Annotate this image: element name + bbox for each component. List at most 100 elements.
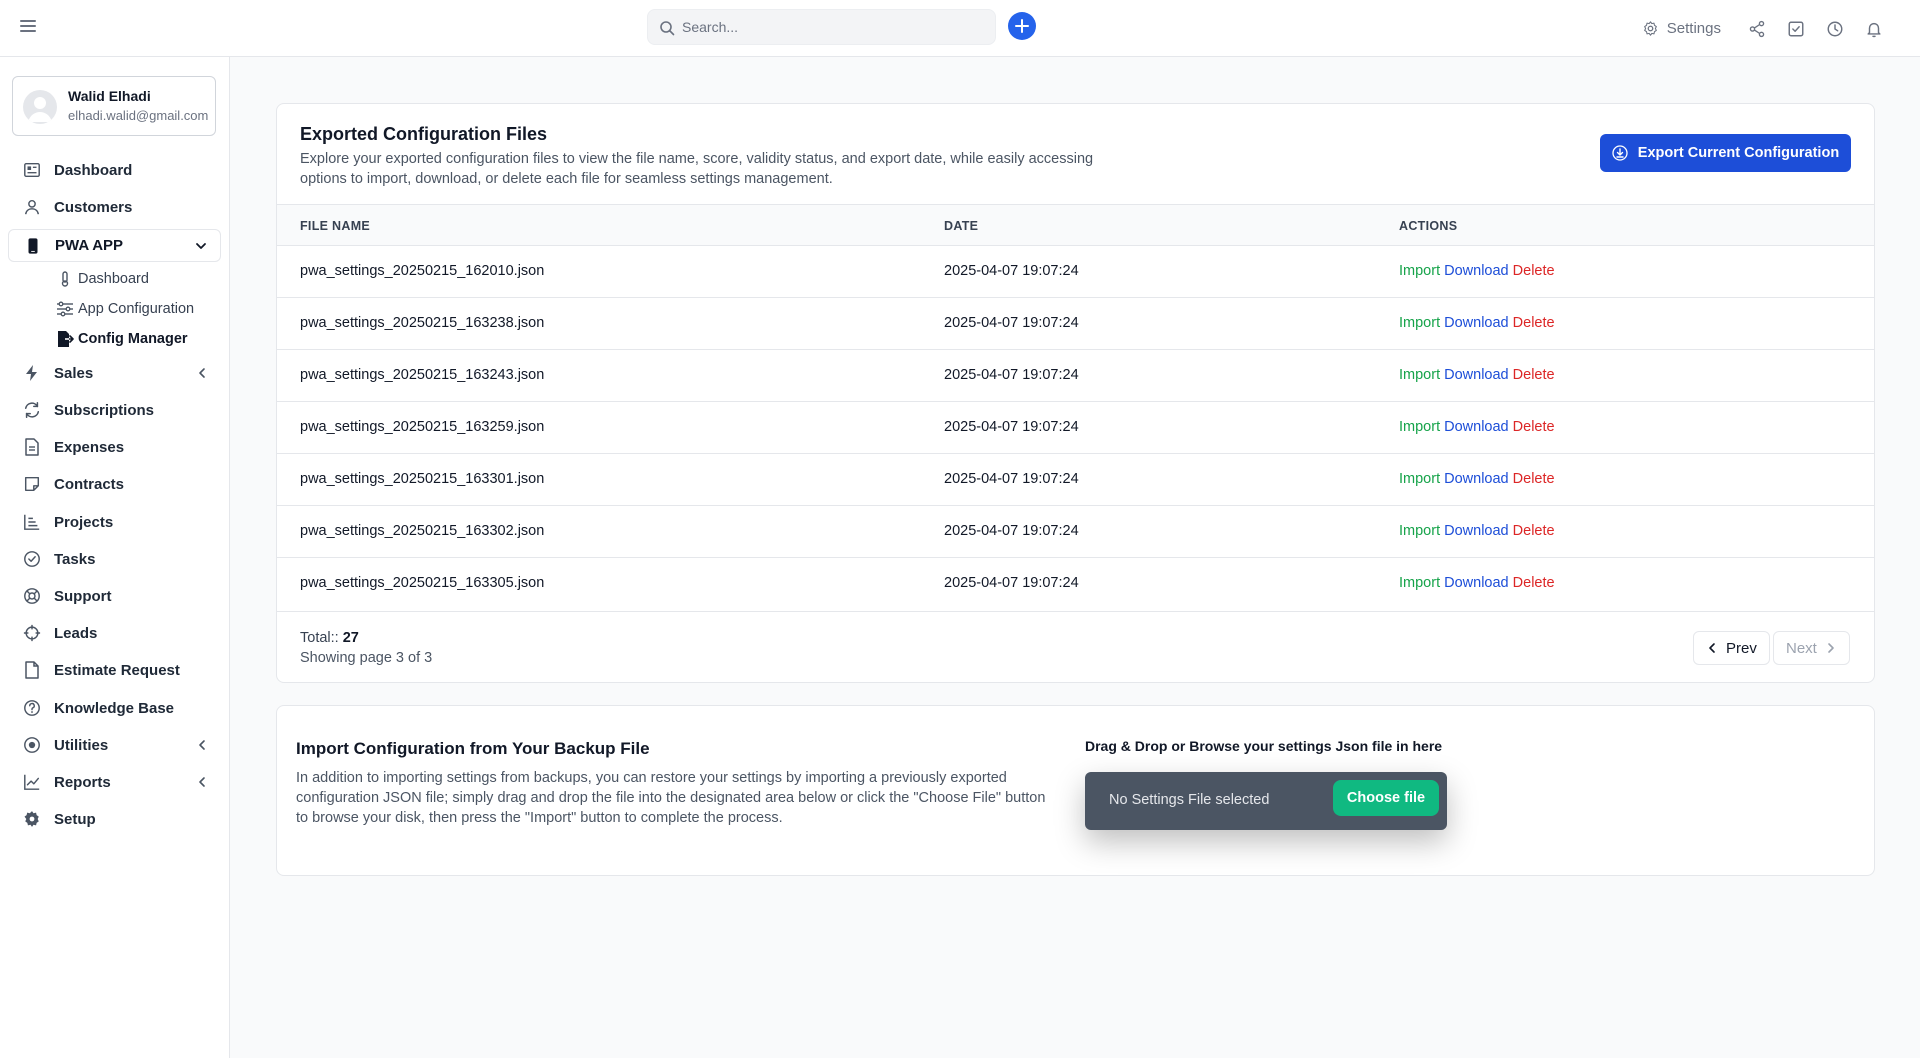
menu-icon[interactable] <box>20 20 36 34</box>
sidebar-item-estimate-request[interactable]: Estimate Request <box>8 654 221 686</box>
sidebar-item-dashboard[interactable]: Dashboard <box>8 154 221 186</box>
table-row: pwa_settings_20250215_162010.json 2025-0… <box>277 245 1874 297</box>
sidebar-item-setup[interactable]: Setup <box>8 803 221 835</box>
sidebar-item-utilities[interactable]: Utilities <box>8 729 221 761</box>
download-link[interactable]: Download <box>1444 315 1509 331</box>
import-link[interactable]: Import <box>1399 419 1440 435</box>
file-name: pwa_settings_20250215_163259.json <box>300 419 545 435</box>
sidebar-item-label: Leads <box>54 624 98 642</box>
chevron-left-icon <box>1709 643 1715 653</box>
sidebar-item-leads[interactable]: Leads <box>8 617 221 649</box>
file-name: pwa_settings_20250215_163243.json <box>300 367 545 383</box>
crosshair-icon <box>22 623 42 643</box>
sidebar-item-tasks[interactable]: Tasks <box>8 543 221 575</box>
user-icon <box>22 197 42 217</box>
top-bar: Settings <box>0 0 1920 57</box>
sidebar-item-label: Dashboard <box>54 161 133 179</box>
sidebar-item-support[interactable]: Support <box>8 580 221 612</box>
add-button[interactable] <box>1008 12 1036 40</box>
sidebar-subitem-config-manager[interactable]: Config Manager <box>56 327 188 351</box>
total-label: Total:: <box>300 630 339 646</box>
delete-link[interactable]: Delete <box>1513 575 1555 591</box>
table-row: pwa_settings_20250215_163305.json 2025-0… <box>277 557 1874 609</box>
choose-file-button[interactable]: Choose file <box>1333 780 1439 816</box>
sidebar-item-label: Estimate Request <box>54 661 180 679</box>
checkbox-icon[interactable] <box>1786 19 1806 39</box>
table-header: FILE NAME DATE ACTIONS <box>277 204 1874 245</box>
sidebar-item-contracts[interactable]: Contracts <box>8 468 221 500</box>
file-date: 2025-04-07 19:07:24 <box>944 419 1079 435</box>
settings-link[interactable]: Settings <box>1642 20 1721 37</box>
import-link[interactable]: Import <box>1399 367 1440 383</box>
exports-title: Exported Configuration Files <box>300 124 548 144</box>
sidebar-item-reports[interactable]: Reports <box>8 766 221 798</box>
search-box[interactable] <box>647 9 996 45</box>
delete-link[interactable]: Delete <box>1513 263 1555 279</box>
download-link[interactable]: Download <box>1444 263 1509 279</box>
file-dropzone[interactable]: No Settings File selected Choose file <box>1085 772 1447 830</box>
import-link[interactable]: Import <box>1399 523 1440 539</box>
sidebar-item-label: Utilities <box>54 736 109 754</box>
total-count: Total:: 27 <box>300 630 359 646</box>
table-footer: Total:: 27 Showing page 3 of 3 Prev Next <box>277 611 1874 683</box>
delete-link[interactable]: Delete <box>1513 367 1555 383</box>
column-file-name: FILE NAME <box>300 219 371 233</box>
sidebar-item-label: Support <box>54 587 112 605</box>
exports-description: Explore your exported configuration file… <box>300 151 1094 187</box>
chart-icon <box>22 512 42 532</box>
download-link[interactable]: Download <box>1444 575 1509 591</box>
row-actions: Import Download Delete <box>1399 575 1555 591</box>
sidebar-item-customers[interactable]: Customers <box>8 191 221 223</box>
sidebar-item-label: Knowledge Base <box>54 699 175 717</box>
table-row: pwa_settings_20250215_163238.json 2025-0… <box>277 297 1874 349</box>
sidebar-subitem-dashboard[interactable]: Dashboard <box>56 267 149 291</box>
document-icon <box>22 437 42 457</box>
file-date: 2025-04-07 19:07:24 <box>944 575 1079 591</box>
import-link[interactable]: Import <box>1399 471 1440 487</box>
no-file-text: No Settings File selected <box>1109 792 1270 808</box>
import-link[interactable]: Import <box>1399 263 1440 279</box>
delete-link[interactable]: Delete <box>1513 471 1555 487</box>
import-link[interactable]: Import <box>1399 315 1440 331</box>
import-description: In addition to importing settings from b… <box>296 770 1046 826</box>
subitem-label: App Configuration <box>78 301 195 317</box>
download-link[interactable]: Download <box>1444 419 1509 435</box>
sidebar-item-projects[interactable]: Projects <box>8 506 221 538</box>
share-icon[interactable] <box>1747 19 1767 39</box>
file-name: pwa_settings_20250215_163238.json <box>300 315 545 331</box>
chevron-right-icon <box>1828 643 1834 653</box>
sidebar-item-knowledge-base[interactable]: Knowledge Base <box>8 692 221 724</box>
row-actions: Import Download Delete <box>1399 471 1555 487</box>
download-link[interactable]: Download <box>1444 523 1509 539</box>
sidebar-item-label: Projects <box>54 513 114 531</box>
target-icon <box>22 735 42 755</box>
user-email: elhadi.walid@gmail.com <box>68 108 209 123</box>
column-date: DATE <box>944 219 979 233</box>
bell-icon[interactable] <box>1864 19 1884 39</box>
sidebar-item-subscriptions[interactable]: Subscriptions <box>8 394 221 426</box>
next-page-button[interactable]: Next <box>1773 631 1850 665</box>
download-link[interactable]: Download <box>1444 471 1509 487</box>
sidebar-subitem-app-configuration[interactable]: App Configuration <box>56 297 194 321</box>
file-name: pwa_settings_20250215_162010.json <box>300 263 545 279</box>
chevron-left-icon <box>199 740 205 750</box>
import-title: Import Configuration from Your Backup Fi… <box>296 739 650 758</box>
user-card[interactable]: Walid Elhadi elhadi.walid@gmail.com <box>12 76 216 136</box>
download-link[interactable]: Download <box>1444 367 1509 383</box>
sidebar: Walid Elhadi elhadi.walid@gmail.com Dash… <box>0 57 230 1058</box>
import-link[interactable]: Import <box>1399 575 1440 591</box>
search-icon <box>660 21 675 36</box>
sidebar-item-label: Contracts <box>54 475 125 493</box>
file-date: 2025-04-07 19:07:24 <box>944 367 1079 383</box>
prev-page-button[interactable]: Prev <box>1693 631 1770 665</box>
sidebar-item-expenses[interactable]: Expenses <box>8 431 221 463</box>
sidebar-item-sales[interactable]: Sales <box>8 357 221 389</box>
export-current-configuration-button[interactable]: Export Current Configuration <box>1600 134 1851 172</box>
delete-link[interactable]: Delete <box>1513 315 1555 331</box>
delete-link[interactable]: Delete <box>1513 419 1555 435</box>
delete-link[interactable]: Delete <box>1513 523 1555 539</box>
sliders-icon <box>56 300 74 318</box>
search-input[interactable] <box>682 10 982 44</box>
clock-icon[interactable] <box>1825 19 1845 39</box>
sidebar-item-pwa-app[interactable]: PWA APP <box>8 229 221 262</box>
